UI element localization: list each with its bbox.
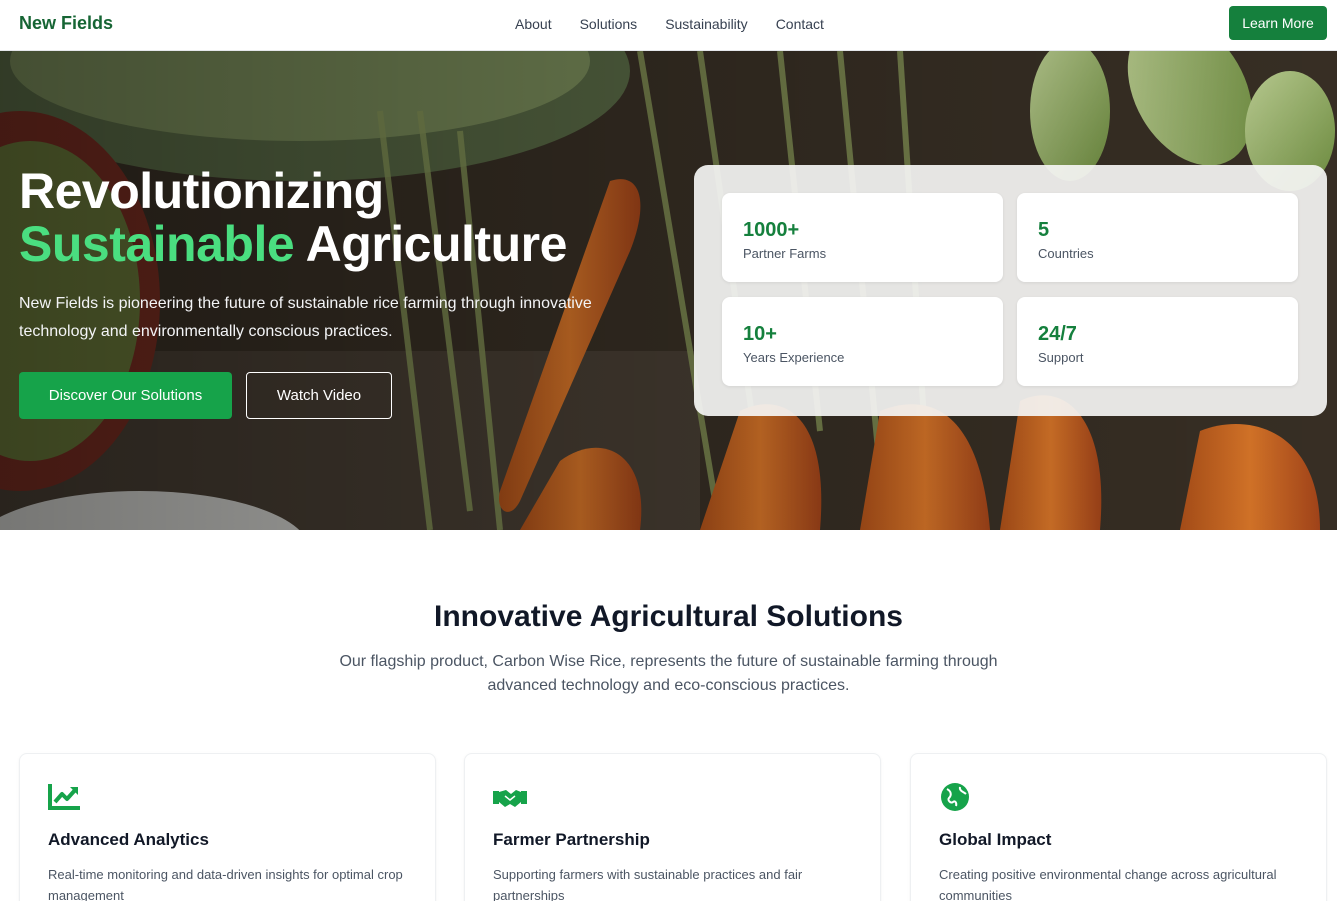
card-description: Creating positive environmental change a…: [939, 867, 1277, 901]
card-title: Advanced Analytics: [48, 830, 209, 849]
stat-card-countries: 5 Countries: [1017, 193, 1298, 282]
hero-title-rest: Agriculture: [294, 216, 568, 272]
hero-title-line1: Revolutionizing: [19, 163, 384, 219]
stat-value: 5: [1038, 219, 1050, 241]
stat-value: 1000+: [743, 219, 800, 241]
card-title: Farmer Partnership: [493, 830, 650, 849]
nav-link-about[interactable]: About: [515, 16, 552, 32]
top-navbar: New Fields About Solutions Sustainabilit…: [0, 0, 1337, 51]
solution-card-partnership: Farmer Partnership Supporting farmers wi…: [464, 753, 881, 901]
stats-panel: 1000+ Partner Farms 5 Countries 10+ Year…: [694, 165, 1327, 416]
solutions-subtitle: Our flagship product, Carbon Wise Rice, …: [339, 653, 998, 694]
card-description: Real-time monitoring and data-driven ins…: [48, 867, 403, 901]
hero-title-accent: Sustainable: [19, 216, 295, 272]
solution-card-global-impact: Global Impact Creating positive environm…: [910, 753, 1327, 901]
chart-line-icon: [48, 784, 80, 810]
nav-link-contact[interactable]: Contact: [776, 16, 824, 32]
hero-subtitle: New Fields is pioneering the future of s…: [19, 295, 592, 340]
stat-label: Partner Farms: [743, 246, 827, 261]
stat-label: Years Experience: [743, 350, 845, 365]
stat-value: 24/7: [1038, 323, 1077, 345]
nav-links: About Solutions Sustainability Contact: [515, 16, 824, 32]
watch-video-button[interactable]: Watch Video: [246, 372, 392, 419]
stat-label: Countries: [1038, 246, 1094, 261]
stat-card-partner-farms: 1000+ Partner Farms: [722, 193, 1003, 282]
hero-section: Revolutionizing Sustainable Agriculture …: [0, 51, 1337, 530]
learn-more-button[interactable]: Learn More: [1229, 6, 1327, 40]
handshake-icon: [493, 790, 527, 807]
card-title: Global Impact: [939, 830, 1052, 849]
card-description: Supporting farmers with sustainable prac…: [493, 867, 803, 901]
hero-title: Revolutionizing Sustainable Agriculture: [19, 165, 567, 271]
globe-icon: [941, 783, 969, 811]
stat-card-support: 24/7 Support: [1017, 297, 1298, 386]
nav-link-sustainability[interactable]: Sustainability: [665, 16, 748, 32]
discover-solutions-button[interactable]: Discover Our Solutions: [19, 372, 232, 419]
stat-value: 10+: [743, 323, 777, 345]
solutions-title: Innovative Agricultural Solutions: [434, 600, 903, 633]
stat-label: Support: [1038, 350, 1084, 365]
solution-card-analytics: Advanced Analytics Real-time monitoring …: [19, 753, 436, 901]
stat-card-years-experience: 10+ Years Experience: [722, 297, 1003, 386]
brand-logo[interactable]: New Fields: [19, 13, 113, 34]
nav-link-solutions[interactable]: Solutions: [580, 16, 638, 32]
